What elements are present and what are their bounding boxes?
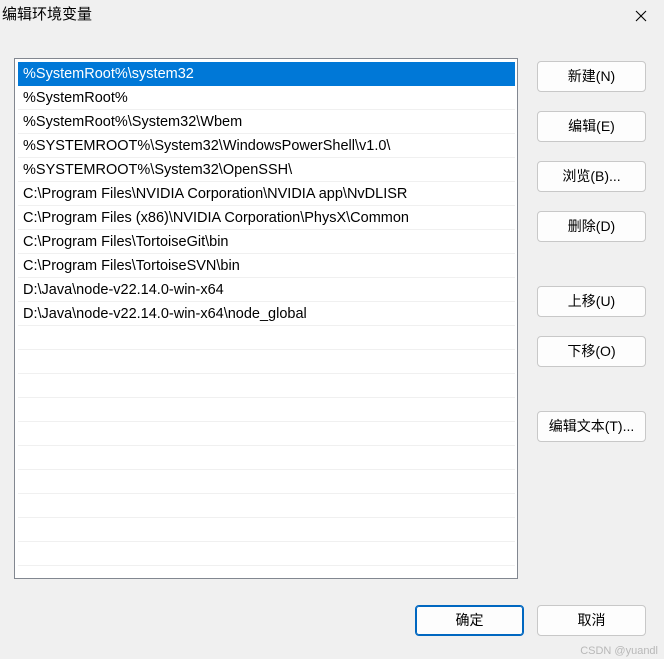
close-button[interactable] — [618, 0, 664, 32]
path-list-item[interactable]: D:\Java\node-v22.14.0-win-x64\node_globa… — [18, 302, 515, 326]
watermark: CSDN @yuandl — [580, 645, 658, 657]
empty-list-row[interactable] — [18, 446, 515, 470]
empty-list-row[interactable] — [18, 566, 515, 578]
path-list[interactable]: %SystemRoot%\system32 %SystemRoot% %System… — [14, 58, 518, 579]
path-list-item[interactable]: D:\Java\node-v22.14.0-win-x64 — [18, 278, 515, 302]
path-list-item[interactable]: C:\Program Files\NVIDIA Corporation\NVID… — [18, 182, 515, 206]
empty-list-row[interactable] — [18, 494, 515, 518]
empty-list-row[interactable] — [18, 542, 515, 566]
path-list-item[interactable]: %SYSTEMROOT%\System32\OpenSSH\ — [18, 158, 515, 182]
path-list-item[interactable]: C:\Program Files\TortoiseSVN\bin — [18, 254, 515, 278]
path-list-item[interactable]: %SystemRoot%\System32\Wbem — [18, 110, 515, 134]
empty-list-row[interactable] — [18, 470, 515, 494]
browse-button[interactable]: 浏览(B)... — [537, 161, 646, 192]
empty-list-row[interactable] — [18, 518, 515, 542]
new-button[interactable]: 新建(N) — [537, 61, 646, 92]
delete-button[interactable]: 删除(D) — [537, 211, 646, 242]
empty-list-row[interactable] — [18, 398, 515, 422]
close-icon — [635, 10, 647, 22]
path-list-item[interactable]: %SystemRoot% — [18, 86, 515, 110]
move-up-button[interactable]: 上移(U) — [537, 286, 646, 317]
empty-list-row[interactable] — [18, 350, 515, 374]
window-title: 编辑环境变量 — [2, 6, 93, 23]
edit-button[interactable]: 编辑(E) — [537, 111, 646, 142]
empty-list-row[interactable] — [18, 374, 515, 398]
path-list-item[interactable]: C:\Program Files (x86)\NVIDIA Corporatio… — [18, 206, 515, 230]
move-down-button[interactable]: 下移(O) — [537, 336, 646, 367]
empty-list-row[interactable] — [18, 422, 515, 446]
ok-button[interactable]: 确定 — [415, 605, 524, 636]
title-bar: 编辑环境变量 — [0, 0, 664, 32]
path-list-item[interactable]: C:\Program Files\TortoiseGit\bin — [18, 230, 515, 254]
path-list-item[interactable]: %SystemRoot%\system32 — [18, 62, 515, 86]
empty-list-row[interactable] — [18, 326, 515, 350]
edit-text-button[interactable]: 编辑文本(T)... — [537, 411, 646, 442]
path-list-item[interactable]: %SYSTEMROOT%\System32\WindowsPowerShell\… — [18, 134, 515, 158]
cancel-button[interactable]: 取消 — [537, 605, 646, 636]
